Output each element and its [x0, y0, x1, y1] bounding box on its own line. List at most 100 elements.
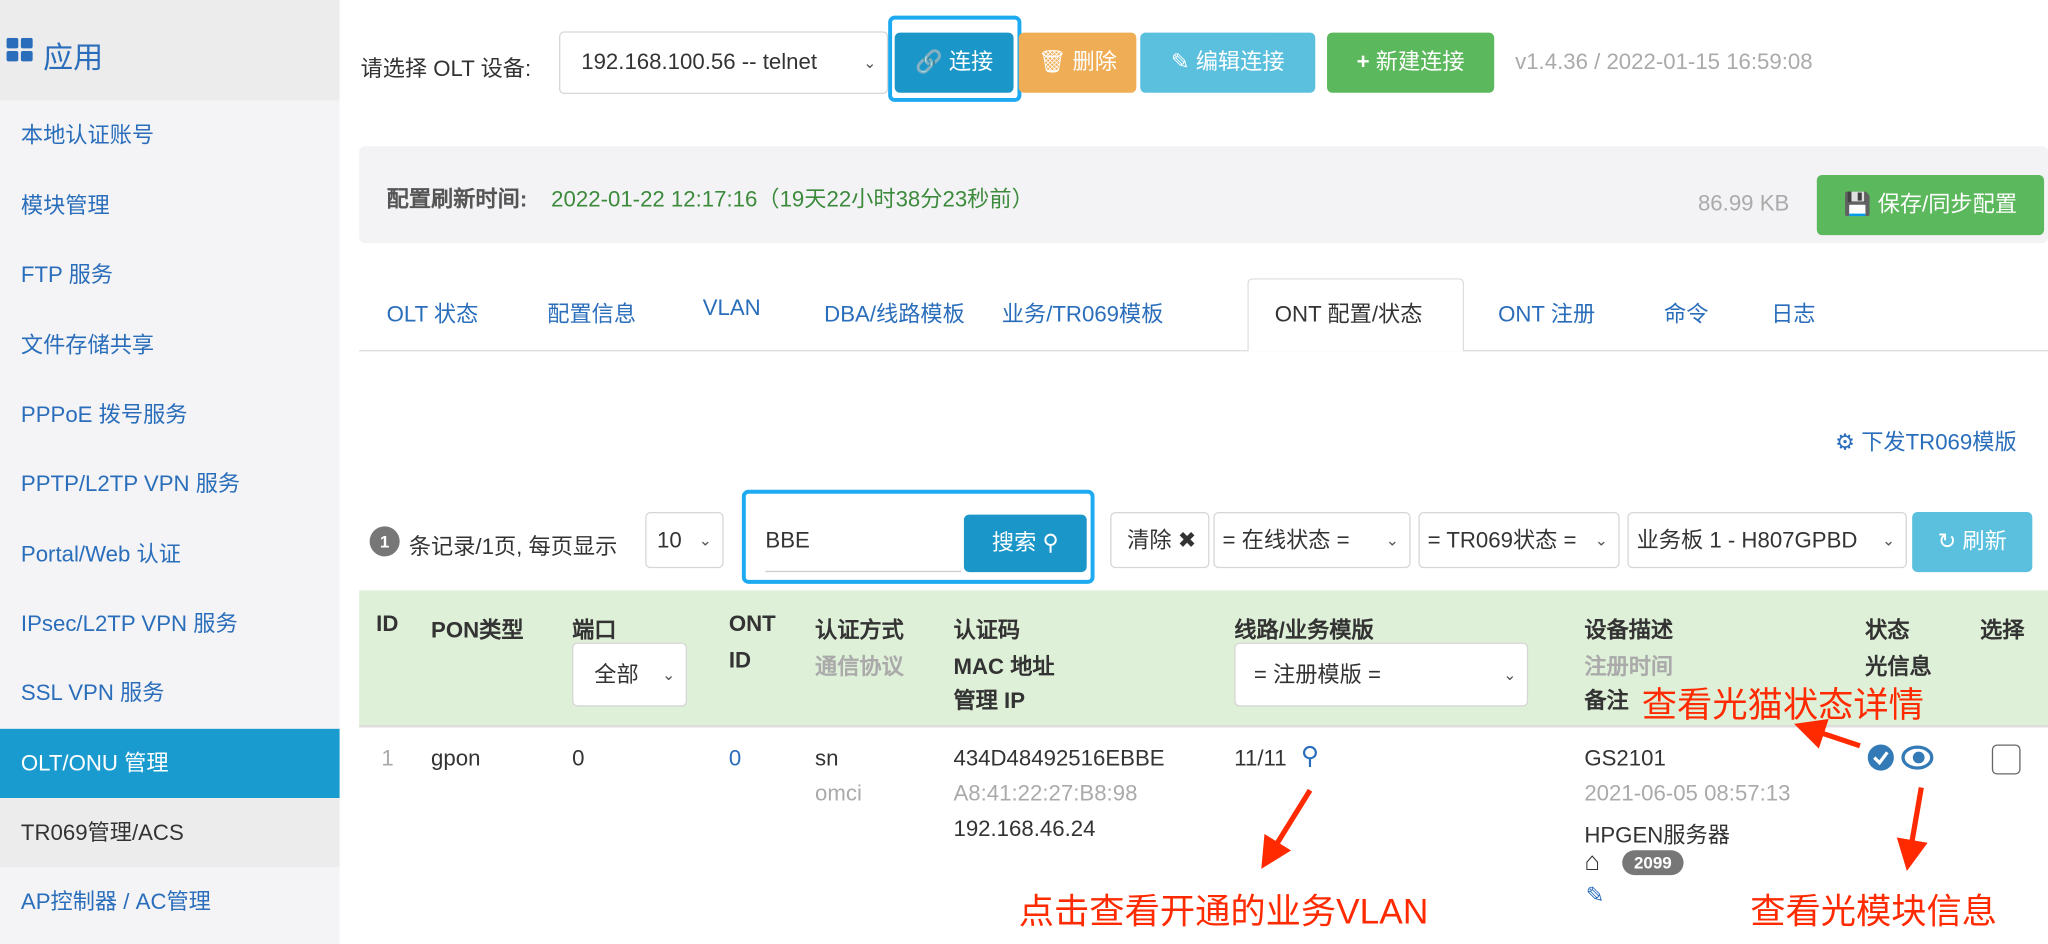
sidebar-item-portal[interactable]: Portal/Web 认证 [0, 520, 340, 589]
config-refresh-label: 配置刷新时间: [387, 180, 528, 213]
push-tr069-link[interactable]: ⚙ 下发TR069模版 [1835, 423, 2017, 456]
vlan-badge: 2099 [1622, 850, 1683, 875]
delete-label: 删除 [1073, 50, 1117, 75]
status-check-icon[interactable] [1866, 743, 1895, 772]
clear-button[interactable]: 清除 ✖ [1110, 512, 1209, 568]
col-protocol: 通信协议 [815, 648, 904, 681]
online-status-value: = 在线状态 = [1223, 528, 1350, 553]
sidebar-item-ftp[interactable]: FTP 服务 [0, 240, 340, 309]
chevron-down-icon: ⌄ [1595, 513, 1608, 567]
cell-desc: GS2101 [1584, 746, 1665, 772]
search-label: 搜索 [992, 530, 1036, 555]
port-filter-select[interactable]: 全部⌄ [572, 643, 687, 707]
tab-log[interactable]: 日志 [1771, 295, 1815, 328]
col-ont-id: ID [729, 648, 751, 674]
tab-command[interactable]: 命令 [1664, 295, 1708, 328]
chevron-down-icon: ⌄ [662, 644, 675, 705]
cell-id: 1 [381, 746, 393, 772]
gears-icon: ⚙ [1835, 430, 1855, 455]
sidebar-header: 应用 [0, 0, 340, 101]
cell-mac: A8:41:22:27:B8:98 [953, 781, 1137, 807]
cell-auth-code: 434D48492516EBBE [953, 746, 1164, 772]
new-connection-button[interactable]: + 新建连接 [1327, 33, 1494, 93]
col-mac: MAC 地址 [953, 648, 1054, 681]
chevron-down-icon: ⌄ [1386, 513, 1399, 567]
template-filter-value: = 注册模版 = [1254, 662, 1381, 687]
cell-template: 11/11 [1234, 746, 1286, 772]
optical-info-eye-icon[interactable] [1900, 744, 1934, 770]
cell-ont-id-link[interactable]: 0 [729, 746, 741, 772]
col-auth: 认证方式 [815, 611, 904, 644]
config-size: 86.99 KB [1698, 191, 1789, 217]
col-template: 线路/业务模版 [1234, 611, 1373, 644]
col-desc: 设备描述 [1584, 611, 1673, 644]
sidebar-item-ipsec[interactable]: IPsec/L2TP VPN 服务 [0, 589, 340, 658]
annotation-status: 查看光猫状态详情 [1642, 677, 1924, 728]
col-pon: PON类型 [431, 611, 524, 644]
chevron-down-icon: ⌄ [1503, 644, 1516, 705]
page-size-select[interactable]: 10⌄ [645, 512, 723, 568]
tab-vlan[interactable]: VLAN [703, 295, 761, 321]
col-id: ID [376, 611, 398, 637]
tab-config-info[interactable]: 配置信息 [547, 295, 636, 328]
tab-olt-status[interactable]: OLT 状态 [387, 295, 479, 328]
floppy-icon: 💾 [1844, 192, 1872, 217]
template-filter-select[interactable]: = 注册模版 = ⌄ [1234, 643, 1528, 707]
chevron-down-icon: ⌄ [699, 513, 712, 567]
tab-service-tr069[interactable]: 业务/TR069模板 [1002, 295, 1164, 328]
link-icon: 🔗 [915, 50, 943, 75]
edit-connection-button[interactable]: ✎ 编辑连接 [1140, 33, 1315, 93]
cell-protocol: omci [815, 781, 862, 807]
tr069-status-select[interactable]: = TR069状态 = ⌄ [1418, 512, 1619, 568]
col-select: 选择 [1980, 611, 2024, 644]
tab-ont-config[interactable]: ONT 配置/状态 [1275, 295, 1423, 328]
delete-button[interactable]: 🗑 删除 [1019, 33, 1137, 93]
search-button[interactable]: 搜索 ⚲ [964, 515, 1087, 572]
annotation-optical: 查看光模块信息 [1750, 883, 1997, 934]
cell-port: 0 [572, 746, 584, 772]
sidebar-item-pptp[interactable]: PPTP/L2TP VPN 服务 [0, 449, 340, 518]
connect-button[interactable]: 🔗 连接 [895, 33, 1014, 93]
sidebar-item-file-share[interactable]: 文件存储共享 [0, 311, 340, 380]
save-label: 保存/同步配置 [1878, 192, 2017, 217]
refresh-button[interactable]: ↻ 刷新 [1912, 512, 2032, 572]
sidebar-item-pppoe[interactable]: PPPoE 拨号服务 [0, 380, 340, 449]
tabs-divider [359, 350, 2048, 351]
tab-ont-register[interactable]: ONT 注册 [1498, 295, 1595, 328]
grid-icon [7, 38, 36, 64]
push-tr069-label: 下发TR069模版 [1861, 430, 2016, 455]
new-label: 新建连接 [1376, 50, 1465, 75]
chevron-down-icon: ⌄ [1882, 513, 1895, 567]
edit-label: 编辑连接 [1196, 50, 1285, 75]
edit-note-icon[interactable]: ✎ [1586, 883, 1605, 909]
sidebar-item-ssl-vpn[interactable]: SSL VPN 服务 [0, 658, 340, 727]
device-select-value: 192.168.100.56 -- telnet [581, 50, 817, 75]
col-status: 状态 [1865, 611, 1909, 644]
search-icon: ⚲ [1042, 530, 1058, 555]
sidebar-item-ap-controller[interactable]: AP控制器 / AC管理 [0, 867, 340, 936]
clear-label: 清除 [1127, 528, 1171, 553]
close-icon: ✖ [1178, 528, 1197, 553]
col-note: 备注 [1584, 682, 1628, 715]
board-value: 业务板 1 - H807GPBD [1637, 528, 1858, 553]
search-input[interactable]: BBE [765, 515, 961, 572]
col-ont: ONT [729, 611, 776, 637]
edit-icon: ✎ [1171, 50, 1190, 75]
sidebar-title: 应用 [43, 33, 103, 77]
view-vlan-search-icon[interactable]: ⚲ [1301, 742, 1319, 772]
row-select-checkbox[interactable] [1992, 744, 2021, 774]
online-status-select[interactable]: = 在线状态 = ⌄ [1213, 512, 1410, 568]
connect-label: 连接 [949, 50, 993, 75]
device-select[interactable]: 192.168.100.56 -- telnet⌄ [559, 31, 888, 94]
sidebar-item-tr069[interactable]: TR069管理/ACS [0, 798, 340, 867]
cell-note: HPGEN服务器 [1584, 816, 1730, 849]
tr069-status-value: = TR069状态 = [1428, 528, 1577, 553]
record-count-badge: 1 [370, 526, 400, 556]
col-port: 端口 [572, 611, 616, 644]
board-select[interactable]: 业务板 1 - H807GPBD ⌄ [1627, 512, 1907, 568]
save-sync-button[interactable]: 💾 保存/同步配置 [1817, 175, 2044, 235]
sidebar-item-olt-onu[interactable]: OLT/ONU 管理 [0, 729, 340, 798]
sidebar-item-modules[interactable]: 模块管理 [0, 171, 340, 240]
sidebar-item-local-auth[interactable]: 本地认证账号 [0, 101, 340, 170]
tab-dba[interactable]: DBA/线路模板 [824, 295, 965, 328]
